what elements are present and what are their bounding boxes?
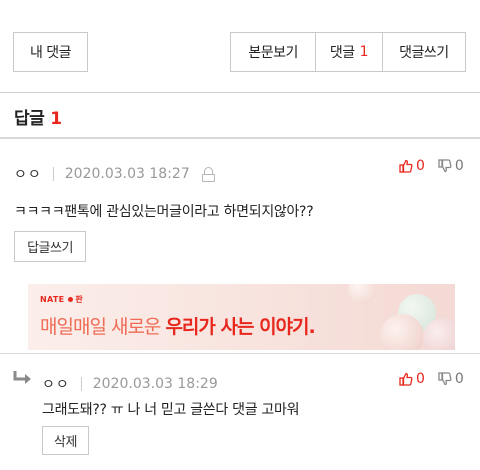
comment-datetime: 2020.03.03 18:27 <box>64 166 190 182</box>
reply-nickname[interactable]: ㅇㅇ <box>42 374 70 394</box>
upvote-button[interactable]: 0 <box>399 371 425 387</box>
comments-button[interactable]: 댓글 1 <box>315 33 381 71</box>
reply-datetime: 2020.03.03 18:29 <box>92 376 218 392</box>
comment-meta: ㅇㅇ 2020.03.03 18:27 <box>14 164 215 184</box>
divider <box>0 137 480 139</box>
thumb-down-icon <box>438 372 452 386</box>
comments-count: 1 <box>359 44 369 60</box>
upvote-count: 0 <box>416 371 425 387</box>
write-comment-button[interactable]: 댓글쓰기 <box>381 33 465 71</box>
downvote-button[interactable]: 0 <box>438 158 464 174</box>
balloon-graphic <box>348 284 376 304</box>
downvote-count: 0 <box>454 158 464 174</box>
delete-button[interactable]: 삭제 <box>42 426 89 455</box>
comments-label: 댓글 <box>329 45 355 61</box>
comment-nav-group: 본문보기 댓글 1 댓글쓰기 <box>230 32 466 72</box>
write-reply-button[interactable]: 답글쓰기 <box>14 231 86 262</box>
balloon-graphic <box>380 314 424 350</box>
reply-section-title: 답글 1 <box>14 104 62 129</box>
reply-votes: 0 0 <box>399 371 464 387</box>
my-comments-button[interactable]: 내 댓글 <box>13 32 88 72</box>
downvote-button[interactable]: 0 <box>438 371 464 387</box>
nate-pann-logo: NATE 판 <box>40 295 84 304</box>
comment-nickname[interactable]: ㅇㅇ <box>14 164 42 184</box>
reply-arrow-icon <box>12 370 34 386</box>
ad-slogan-bold: 우리가 사는 이야기. <box>165 316 315 338</box>
divider <box>0 353 480 354</box>
downvote-count: 0 <box>454 371 464 387</box>
ad-banner[interactable]: NATE 판 매일매일 새로운 우리가 사는 이야기. <box>28 284 455 350</box>
upvote-count: 0 <box>416 158 425 174</box>
reply-text: 그래도돼?? ㅠ 나 너 믿고 글쓴다 댓글 고마워 <box>42 402 300 418</box>
reply-title-label: 답글 <box>14 109 45 129</box>
reply-count: 1 <box>50 109 62 129</box>
view-post-button[interactable]: 본문보기 <box>231 33 315 71</box>
reply-meta: ㅇㅇ 2020.03.03 18:29 <box>42 374 218 394</box>
divider <box>0 92 480 93</box>
thumb-down-icon <box>438 159 452 173</box>
ad-slogan-light: 매일매일 새로운 <box>40 316 161 338</box>
thumb-up-icon <box>399 372 413 386</box>
lock-icon <box>201 166 215 182</box>
comment-votes: 0 0 <box>399 158 464 174</box>
separator <box>80 377 82 391</box>
separator <box>52 167 54 181</box>
ad-slogan: 매일매일 새로운 우리가 사는 이야기. <box>40 312 316 339</box>
thumb-up-icon <box>399 159 413 173</box>
comment-text: ㅋㅋㅋㅋ팬톡에 관심있는머글이라고 하면되지않아?? <box>14 204 314 220</box>
upvote-button[interactable]: 0 <box>399 158 425 174</box>
